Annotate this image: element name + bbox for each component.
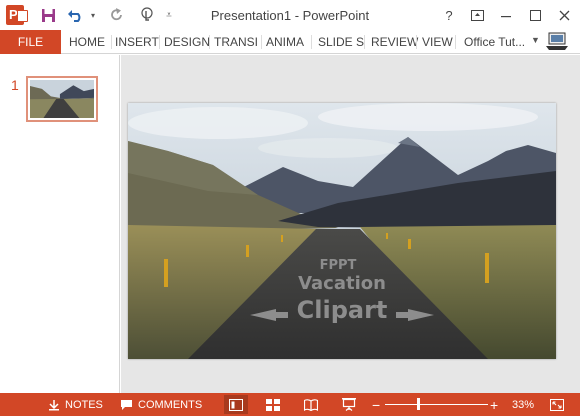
normal-view-icon [229,398,243,411]
zoom-slider-thumb[interactable] [416,398,420,410]
normal-view-button[interactable] [224,395,248,414]
comments-icon [121,399,132,410]
road-text-line-1: FPPT [320,258,357,273]
comments-button[interactable]: COMMENTS [120,393,202,416]
close-icon[interactable] [553,6,575,24]
fit-to-window-button[interactable] [545,395,569,414]
road-text-line-2: Vacation [298,273,386,294]
user-dropdown-icon[interactable]: ▼ [531,35,540,45]
slide-show-button[interactable] [337,395,361,414]
tab-view[interactable]: VIEW [422,30,453,54]
thumbnail-number: 1 [11,77,19,93]
tab-review[interactable]: REVIEW [371,30,418,54]
slide-thumbnail-1[interactable] [26,76,98,122]
comments-label: COMMENTS [138,398,203,411]
zoom-in-button[interactable]: + [490,393,498,416]
tab-animations[interactable]: ANIMA [266,30,304,54]
zoom-out-button[interactable]: − [372,393,380,416]
tab-file[interactable]: FILE [0,30,61,54]
tab-transitions[interactable]: TRANSI [214,30,258,54]
thumbnail-image [30,80,94,118]
tab-separator [364,35,365,49]
ribbon-tabs: FILE HOME INSERT DESIGN TRANSI ANIMA SLI… [0,30,580,54]
tab-slide-show[interactable]: SLIDE S [318,30,364,54]
tab-insert[interactable]: INSERT [115,30,159,54]
notes-label: NOTES [65,398,103,411]
slide-show-icon [342,398,356,411]
notes-button[interactable]: NOTES [48,393,103,416]
title-bar: P ▾ ⩡ Presentation1 - PowerPoint ? [0,0,580,30]
slide-thumbnail-pane: 1 [0,55,120,393]
reading-view-icon [304,398,318,411]
status-bar: NOTES COMMENTS − + 33% [0,393,580,416]
vacation-road-image: FPPT Vacation Clipart [128,103,556,359]
slide-sorter-icon [266,398,280,411]
user-account-name[interactable]: Office Tut... [464,30,525,54]
minimize-icon[interactable] [495,6,517,24]
zoom-slider[interactable] [385,404,488,405]
maximize-icon[interactable] [524,6,546,24]
slide-editing-area: FPPT Vacation Clipart [121,55,580,393]
tab-separator [111,35,112,49]
tab-separator [416,35,417,49]
road-text-line-3: Clipart [297,296,388,324]
tab-separator [455,35,456,49]
user-avatar-icon[interactable] [545,32,569,52]
window-title: Presentation1 - PowerPoint [210,8,370,23]
slide-sorter-button[interactable] [261,395,285,414]
tab-separator [159,35,160,49]
reading-view-button[interactable] [299,395,323,414]
ribbon-display-icon[interactable] [466,6,488,24]
tab-design[interactable]: DESIGN [164,30,210,54]
zoom-level[interactable]: 33% [512,393,534,416]
tab-home[interactable]: HOME [69,30,105,54]
notes-icon [49,399,59,410]
tab-separator [209,35,210,49]
help-icon[interactable]: ? [438,6,460,24]
slide-canvas[interactable]: FPPT Vacation Clipart [128,103,556,359]
tab-separator [311,35,312,49]
tab-separator [261,35,262,49]
fit-slide-icon [550,398,564,411]
